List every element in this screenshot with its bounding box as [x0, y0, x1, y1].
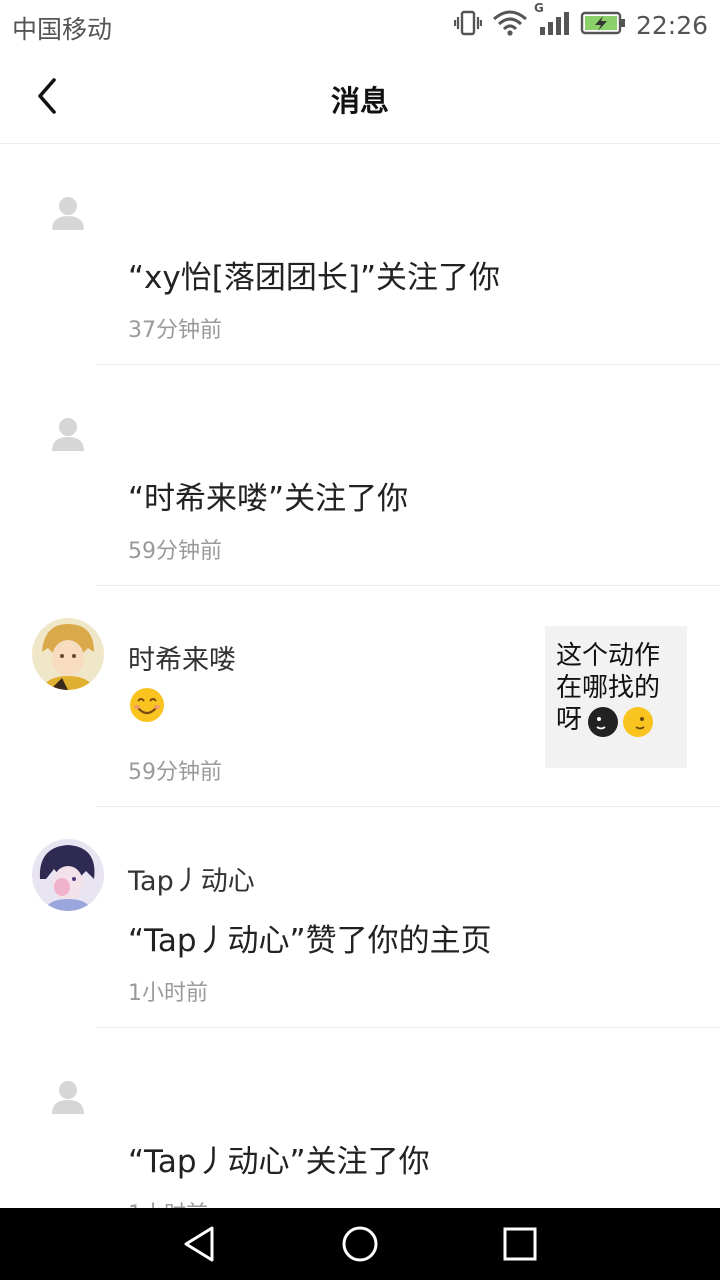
user-avatar[interactable] [32, 618, 104, 690]
message-item[interactable]: “xy怡[落团团长]”关注了你 37分钟前 [0, 144, 720, 365]
vibrate-icon [453, 9, 483, 41]
moon-yellow-emoji-icon [623, 707, 653, 737]
moon-dark-emoji-icon [588, 707, 618, 737]
default-avatar-icon[interactable] [50, 194, 86, 234]
thumbnail-emojis [587, 706, 654, 738]
nav-home-button[interactable] [340, 1224, 380, 1264]
message-list[interactable]: “xy怡[落团团长]”关注了你 37分钟前 “时希来喽”关注了你 59分钟前 时… [0, 144, 720, 1249]
message-text: “时希来喽”关注了你 [128, 481, 409, 517]
status-bar: 中国移动 G 22:26 [0, 0, 720, 50]
message-text: “Tap丿动心”赞了你的主页 [128, 923, 492, 959]
square-recent-icon [503, 1227, 537, 1261]
message-item[interactable]: “时希来喽”关注了你 59分钟前 [0, 365, 720, 586]
user-avatar[interactable] [32, 839, 104, 911]
screen: 中国移动 G 22:26 消息 “xy怡[落团团长]”关注了你 37分钟前 “时… [0, 0, 720, 1280]
sender-name: Tap丿动心 [128, 866, 255, 897]
carrier-label: 中国移动 [12, 15, 113, 44]
clock: 22:26 [635, 10, 708, 40]
message-time: 59分钟前 [128, 760, 222, 785]
wifi-icon [492, 9, 528, 41]
sender-name: 时希来喽 [128, 645, 236, 676]
message-time: 37分钟前 [128, 318, 222, 343]
nav-recent-button[interactable] [500, 1224, 540, 1264]
status-icons: G 22:26 [453, 1, 708, 42]
message-item[interactable]: Tap丿动心 “Tap丿动心”赞了你的主页 1小时前 [0, 807, 720, 1028]
circle-home-icon [342, 1226, 378, 1262]
message-item[interactable]: 时希来喽 59分钟前 这个动作在哪找的呀 [0, 586, 720, 807]
nav-back-button[interactable] [180, 1224, 220, 1264]
network-type-label: G [533, 1, 544, 15]
triangle-back-icon [184, 1226, 214, 1262]
post-thumbnail[interactable]: 这个动作在哪找的呀 [545, 626, 687, 768]
smile-emoji-icon [128, 686, 166, 724]
message-time: 1小时前 [128, 981, 208, 1006]
message-time: 59分钟前 [128, 539, 222, 564]
signal-icon: G [534, 1, 570, 41]
message-text: “Tap丿动心”关注了你 [128, 1144, 430, 1180]
default-avatar-icon[interactable] [50, 415, 86, 455]
battery-charging-icon [580, 10, 626, 40]
header: 消息 [0, 50, 720, 144]
page-title: 消息 [330, 84, 389, 118]
message-text: “xy怡[落团团长]”关注了你 [128, 260, 500, 296]
default-avatar-icon[interactable] [50, 1078, 86, 1118]
system-nav-bar [0, 1208, 720, 1280]
